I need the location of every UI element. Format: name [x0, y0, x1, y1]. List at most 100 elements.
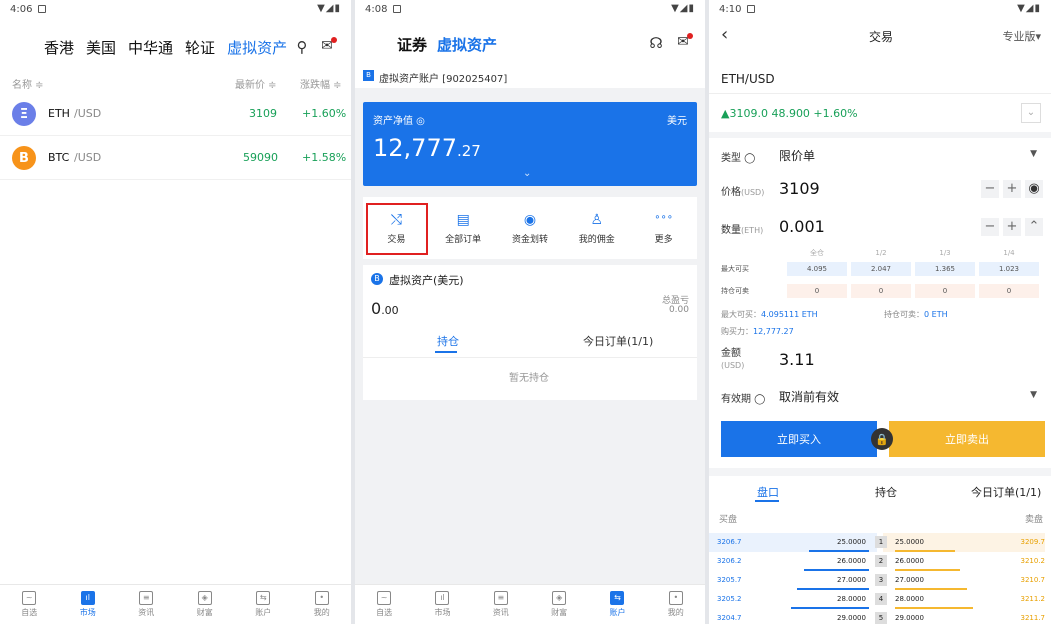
action-trade[interactable]: ⤭ 交易	[366, 197, 429, 259]
order-type-row[interactable]: 类型 ◯ 限价单 ▼	[709, 140, 1051, 170]
tab-indicator	[755, 500, 779, 502]
orderbook-row[interactable]: 3206.2 26.0000 2 26.0000 3210.2	[709, 552, 1051, 571]
hold-sell-full[interactable]: 0	[787, 284, 847, 298]
orderbook-row[interactable]: 3205.2 28.0000 4 28.0000 3211.2	[709, 590, 1051, 609]
notification-icon	[393, 5, 401, 13]
type-label: 类型 ◯	[721, 153, 756, 164]
max-buy-label: 最大可买	[721, 265, 749, 273]
tab-us[interactable]: 美国	[86, 37, 116, 58]
tab-securities[interactable]: 证券	[397, 34, 427, 55]
minus-icon[interactable]: −	[981, 180, 999, 198]
nav-profile[interactable]: • 我的	[302, 585, 342, 624]
qty-label-text: 数量	[721, 225, 741, 236]
fraction-quarter[interactable]: 1/4	[979, 246, 1039, 260]
action-all-orders[interactable]: ▤ 全部订单	[433, 197, 493, 259]
bitcoin-icon: B	[12, 146, 36, 170]
tab-hongkong[interactable]: 香港	[44, 37, 74, 58]
price-label-text: 价格	[721, 187, 741, 198]
column-name[interactable]: 名称 ≑	[12, 76, 44, 91]
max-buy-half[interactable]: 2.047	[851, 262, 911, 276]
account-selector[interactable]: B 虚拟资产账户 [902025407]	[355, 64, 705, 88]
nav-market[interactable]: ıl 市场	[422, 585, 462, 624]
support-icon[interactable]: ☊	[647, 34, 665, 52]
nav-news[interactable]: ≡ 资讯	[126, 585, 166, 624]
column-price[interactable]: 最新价 ≑	[235, 76, 277, 91]
max-buy-full[interactable]: 4.095	[787, 262, 847, 276]
dropdown-arrow-icon: ▼	[1030, 390, 1037, 400]
plus-icon[interactable]: +	[1003, 218, 1021, 236]
bottom-nav: ~ 自选 ıl 市场 ≡ 资讯 ◈ 财富 ⇆ 账户 • 我的	[0, 584, 351, 624]
lock-icon[interactable]: 🔒	[871, 428, 893, 450]
hold-sell-half[interactable]: 0	[851, 284, 911, 298]
ask-price: 3211.2	[1020, 595, 1046, 603]
tab-holdings[interactable]: 持仓	[437, 333, 459, 349]
hold-sell-third[interactable]: 0	[915, 284, 975, 298]
sell-now-button[interactable]: 立即卖出	[889, 421, 1045, 457]
nav-watchlist[interactable]: ~ 自选	[9, 585, 49, 624]
pair-name[interactable]: ETH/USD	[721, 72, 775, 86]
fraction-full[interactable]: 全仓	[787, 246, 847, 260]
action-more[interactable]: ∘∘∘ 更多	[634, 197, 694, 259]
nav-news[interactable]: ≡ 资讯	[481, 585, 521, 624]
currency-label[interactable]: 美元	[667, 112, 687, 127]
price-input[interactable]: 3109	[779, 179, 820, 198]
qty-unit: (ETH)	[741, 226, 764, 235]
nav-watchlist[interactable]: ~ 自选	[364, 585, 404, 624]
ask-qty: 25.0000	[895, 538, 924, 546]
orderbook-row[interactable]: 3205.7 27.0000 3 27.0000 3210.7	[709, 571, 1051, 590]
refresh-icon[interactable]: ◉	[1025, 180, 1043, 198]
minus-icon[interactable]: −	[981, 218, 999, 236]
net-asset-label[interactable]: 资产净值 ◎	[373, 112, 425, 127]
list-item-btc[interactable]: B BTC /USD 59090 +1.58%	[0, 136, 351, 180]
tab-warrants[interactable]: 轮证	[185, 37, 215, 58]
account-icon: ⇆	[610, 591, 625, 605]
nav-profile[interactable]: • 我的	[656, 585, 696, 624]
mail-icon[interactable]: ✉	[673, 33, 693, 51]
back-arrow-icon[interactable]: ‹	[721, 24, 728, 45]
nav-account[interactable]: ⇆ 账户	[243, 585, 283, 624]
fraction-half[interactable]: 1/2	[851, 246, 911, 260]
max-buy-quarter[interactable]: 1.023	[979, 262, 1039, 276]
action-commission[interactable]: ♙ 我的佣金	[567, 197, 627, 259]
hold-sell-quarter[interactable]: 0	[979, 284, 1039, 298]
wealth-icon: ◈	[552, 591, 567, 605]
orderbook-row[interactable]: 3204.7 29.0000 5 29.0000 3211.7	[709, 609, 1051, 624]
chevron-up-icon[interactable]: ⌃	[1025, 218, 1043, 236]
nav-market[interactable]: ıl 市场	[68, 585, 108, 624]
news-icon: ≡	[139, 591, 154, 605]
tab-holdings[interactable]: 持仓	[875, 484, 897, 500]
max-buy-third[interactable]: 1.365	[915, 262, 975, 276]
validity-row[interactable]: 有效期 ◯ 取消前有效 ▼	[709, 382, 1051, 410]
orderbook-row[interactable]: 3206.7 25.0000 1 25.0000 3209.7	[709, 533, 1051, 552]
action-transfer[interactable]: ◉ 资金划转	[500, 197, 560, 259]
tab-virtual-assets[interactable]: 虚拟资产	[227, 37, 287, 58]
nav-wealth[interactable]: ◈ 财富	[185, 585, 225, 624]
mode-dropdown[interactable]: 专业版▾	[1002, 28, 1041, 44]
tab-today-orders[interactable]: 今日订单(1/1)	[583, 333, 653, 349]
list-item-eth[interactable]: Ξ ETH /USD 3109 +1.60%	[0, 92, 351, 136]
quantity-input[interactable]: 0.001	[779, 217, 825, 236]
bid-qty: 27.0000	[837, 576, 866, 584]
chevron-down-icon[interactable]: ⌄	[523, 168, 531, 179]
max-buy-info: 最大可买：4.095111 ETH	[721, 309, 818, 320]
value-dec: .00	[381, 304, 399, 317]
ask-qty: 27.0000	[895, 576, 924, 584]
chevron-down-icon[interactable]: ⌄	[1021, 103, 1041, 123]
nav-account[interactable]: ⇆ 账户	[597, 585, 637, 624]
buy-now-button[interactable]: 立即买入	[721, 421, 877, 457]
fraction-third[interactable]: 1/3	[915, 246, 975, 260]
search-icon[interactable]: ⚲	[293, 38, 311, 56]
status-bar: 4:06 ▼◢▮	[0, 0, 351, 20]
tab-today-orders[interactable]: 今日订单(1/1)	[971, 484, 1041, 500]
quote-line: ▲3109.0 48.900 +1.60%	[721, 107, 858, 120]
tab-virtual-assets[interactable]: 虚拟资产	[437, 34, 497, 55]
more-icon: ∘∘∘	[654, 211, 673, 223]
column-change[interactable]: 涨跌幅 ≑	[300, 76, 342, 91]
tab-china-connect[interactable]: 中华通	[128, 37, 173, 58]
mail-icon[interactable]: ✉	[317, 37, 337, 55]
net-asset-dec: .27	[456, 142, 481, 160]
nav-wealth[interactable]: ◈ 财富	[539, 585, 579, 624]
divider	[363, 357, 697, 358]
tab-orderbook[interactable]: 盘口	[757, 484, 779, 500]
plus-icon[interactable]: +	[1003, 180, 1021, 198]
